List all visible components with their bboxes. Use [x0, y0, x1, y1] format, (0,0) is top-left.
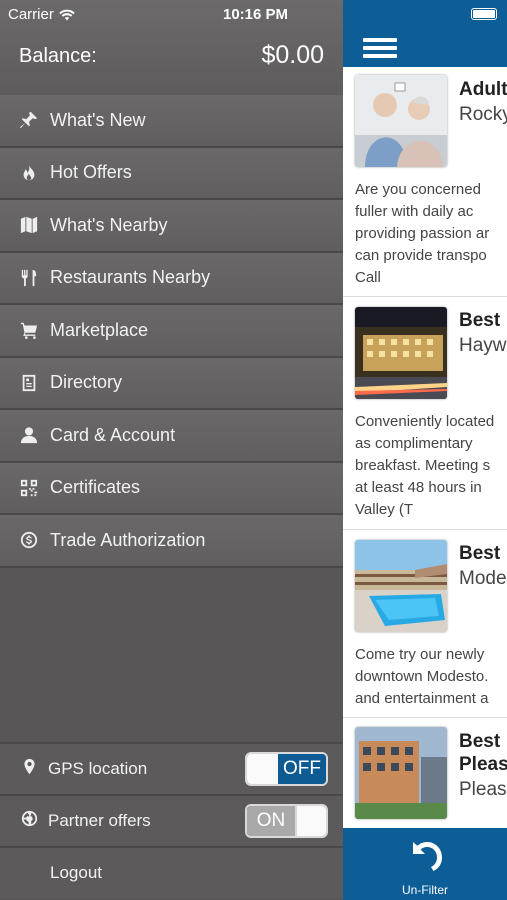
menu-item-label: Directory [50, 372, 123, 393]
menu-item-label: Hot Offers [50, 162, 132, 183]
menu-item-directory[interactable]: Directory [0, 357, 343, 410]
menu-item-card-account[interactable]: Card & Account [0, 410, 343, 463]
menu-item-label: Marketplace [50, 319, 149, 340]
gps-location-toggle[interactable]: OFF [245, 752, 328, 786]
listing-description: Come try our newly downtown Modesto. and… [355, 646, 489, 707]
map-icon [0, 216, 50, 234]
menu-item-label: Card & Account [50, 424, 176, 445]
unfilter-label: Un-Filter [401, 883, 448, 897]
bottom-tab-bar: Un-Filter [343, 828, 507, 900]
listing-subtitle: Rocky [459, 104, 507, 125]
listing-subtitle: Pleasa [459, 779, 507, 800]
menu-item-label: What's Nearby [50, 214, 168, 235]
listing-title: Best [459, 310, 501, 331]
cart-icon [0, 321, 50, 340]
gps-location-label: GPS location [48, 759, 148, 778]
listing-title-line2: Pleas [459, 754, 507, 775]
globe-icon [0, 810, 48, 832]
undo-arrow-icon [413, 842, 442, 871]
directory-icon [0, 374, 50, 392]
listing-description: Conveniently located as complimentary br… [355, 413, 495, 518]
menu-list: What's New Hot Offers What's Nearby Rest… [0, 95, 343, 568]
balance-value: $0.00 [261, 41, 324, 69]
menu-item-certificates[interactable]: Certificates [0, 462, 343, 515]
user-icon [0, 426, 50, 444]
listing-title: Best [459, 731, 501, 752]
partner-offers-row: Partner offers ON [0, 794, 343, 846]
partner-offers-toggle[interactable]: ON [245, 804, 328, 838]
listing-title: Best [459, 543, 501, 564]
listing-item[interactable]: Best Hayw Conveniently located as compli… [343, 298, 507, 530]
fire-icon [0, 164, 50, 182]
toggle-knob [295, 806, 326, 836]
listing-subtitle: Hayw [459, 335, 507, 356]
menu-item-label: Certificates [50, 477, 141, 498]
listing-thumbnail [355, 727, 447, 819]
listing-item[interactable]: Adult Rocky Are you concerned fuller wit… [343, 67, 507, 297]
menu-item-label: What's New [50, 109, 146, 130]
menu-item-whats-new[interactable]: What's New [0, 95, 343, 148]
listings-panel: Adult Rocky Are you concerned fuller wit… [343, 0, 507, 900]
menu-item-trade-authorization[interactable]: Trade Authorization [0, 515, 343, 568]
dollar-circle-icon [0, 531, 50, 549]
battery-icon [471, 8, 497, 20]
menu-bottom-settings: GPS location OFF Partner offers ON Logou… [0, 742, 343, 898]
menu-item-restaurants-nearby[interactable]: Restaurants Nearby [0, 252, 343, 305]
toggle-state: ON [247, 806, 295, 836]
hamburger-menu-icon[interactable] [363, 38, 397, 62]
utensils-icon [0, 269, 50, 287]
unfilter-button[interactable]: Un-Filter [343, 836, 507, 897]
logout-label: Logout [50, 863, 102, 882]
toggle-knob [247, 754, 278, 784]
gps-location-row: GPS location OFF [0, 742, 343, 794]
menu-item-hot-offers[interactable]: Hot Offers [0, 147, 343, 200]
side-menu: Balance: $0.00 What's New Hot Offers Wha… [0, 0, 343, 900]
listing-subtitle: Mode [459, 568, 507, 589]
listing-description: Are you concerned fuller with daily ac p… [355, 181, 490, 286]
menu-item-marketplace[interactable]: Marketplace [0, 305, 343, 358]
listing-item[interactable]: Best Pleas Pleasa [343, 719, 507, 828]
status-bar: Carrier 10:16 PM [0, 0, 507, 28]
toggle-state: OFF [278, 754, 326, 784]
wifi-icon [59, 9, 75, 20]
menu-item-label: Restaurants Nearby [50, 267, 211, 288]
carrier-indicator: Carrier [8, 6, 75, 23]
partner-offers-label: Partner offers [48, 811, 151, 830]
listing-item[interactable]: Best Mode Come try our newly downtown Mo… [343, 531, 507, 718]
carrier-label: Carrier [8, 6, 54, 23]
listing-title: Adult [459, 79, 507, 100]
qr-icon [0, 479, 50, 497]
location-pin-icon [0, 758, 48, 780]
clock: 10:16 PM [223, 6, 289, 23]
menu-item-label: Trade Authorization [50, 529, 206, 550]
logout-row[interactable]: Logout [0, 846, 343, 898]
pin-icon [0, 111, 50, 129]
balance-label: Balance: [19, 45, 97, 67]
menu-item-whats-nearby[interactable]: What's Nearby [0, 200, 343, 253]
listing-thumbnail [355, 75, 447, 167]
listing-thumbnail [355, 307, 447, 399]
listing-thumbnail [355, 540, 447, 632]
